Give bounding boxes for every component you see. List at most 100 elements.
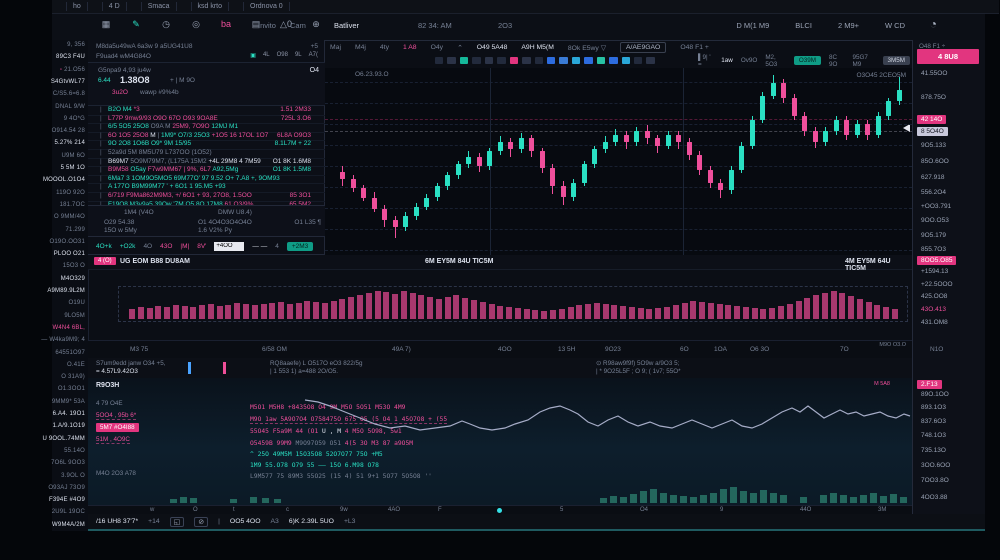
sidebar-item[interactable]: 1.A/9.1O19: [53, 423, 85, 429]
mini-tool-chip[interactable]: [485, 57, 493, 64]
sidebar-item[interactable]: O1.3OO1: [58, 386, 85, 392]
can-button[interactable]: Cam: [290, 21, 306, 30]
top-tab[interactable]: ho: [66, 2, 88, 11]
chart-header-item[interactable]: Maj: [330, 44, 341, 51]
indicator-select[interactable]: A/AE9GAO: [620, 42, 666, 53]
mini-tool-chip[interactable]: [634, 57, 642, 64]
footer-tool-icon[interactable]: ⊘: [194, 517, 208, 527]
mini-tool-chip[interactable]: [472, 57, 480, 64]
sidebar-item[interactable]: PLOO O21: [54, 251, 85, 257]
chart-header-item[interactable]: O48 F1 +: [680, 44, 709, 51]
invite-button[interactable]: Invito: [258, 21, 276, 30]
sidebar-item[interactable]: MOOOL.O1O4: [43, 177, 85, 183]
sidebar-item[interactable]: 64551O97: [55, 350, 85, 356]
scroll-dot[interactable]: [497, 508, 502, 513]
chart-header-item[interactable]: 4ty: [380, 44, 389, 51]
buy-button[interactable]: 4 8U8: [917, 49, 979, 64]
top-tab[interactable]: 4 D: [102, 2, 127, 11]
sidebar-item[interactable]: 5.27% 214: [55, 140, 86, 146]
sidebar-item[interactable]: W9M4A/2M: [52, 522, 85, 528]
mini-tool-chip[interactable]: [510, 57, 518, 64]
col-a7-icon[interactable]: A7(: [309, 52, 318, 59]
sidebar-item[interactable]: 2U9L 19OC: [52, 509, 85, 515]
sidebar-item[interactable]: A9M89.9L2M: [47, 288, 85, 294]
chart-header-item[interactable]: O4y: [431, 44, 443, 51]
sidebar-item[interactable]: U9M 6O: [61, 153, 85, 159]
col-9l-icon[interactable]: 9L: [295, 52, 302, 59]
sidebar-item[interactable]: 6.A4. 19O1: [53, 411, 85, 417]
time-axis[interactable]: M9O O3.O M3 756/58 OM49A 7)4OO13 5H9O236…: [88, 340, 912, 360]
mini-tool-chip[interactable]: [522, 57, 530, 64]
sidebar-item[interactable]: O19O.OO31: [50, 239, 85, 245]
mini-tool-chip[interactable]: [622, 57, 630, 64]
chart-header-item[interactable]: O49 5A48: [477, 44, 508, 51]
sidebar-item[interactable]: O.41E: [67, 362, 85, 368]
mini-tool-chip[interactable]: [584, 57, 592, 64]
footer-tool-icon[interactable]: ◱: [170, 517, 185, 527]
sidebar-item[interactable]: 9LO5M: [64, 313, 85, 319]
col-o98-icon[interactable]: O98: [277, 52, 288, 59]
sidebar-item[interactable]: C/S5.6=6.8: [53, 91, 85, 97]
mini-tool-chip[interactable]: [435, 57, 443, 64]
candlestick-chart[interactable]: O6.23.93.O O3O45 2CEO5M: [325, 68, 912, 255]
top-tab[interactable]: ksd krto: [191, 2, 230, 11]
chart-header-item[interactable]: M4j: [355, 44, 366, 51]
gauge-icon[interactable]: ◔: [930, 17, 937, 31]
sidebar-item[interactable]: S4GtvWL77: [51, 79, 85, 85]
sidebar-item[interactable]: 3.9OL O: [61, 473, 85, 479]
sidebar-item[interactable]: 9 4O*G: [64, 116, 85, 122]
toolbar-right-item[interactable]: BLCI: [795, 21, 812, 30]
sidebar-item[interactable]: O 9MM/4O: [54, 214, 85, 220]
sidebar-item[interactable]: — W4ka9M9; 4: [41, 337, 85, 343]
mini-tool-chip[interactable]: [559, 57, 567, 64]
sidebar-item[interactable]: 9MM9* 53A: [52, 399, 85, 405]
toolbar-right-item[interactable]: 2 M9+: [838, 21, 859, 30]
mini-tool-chip[interactable]: [646, 57, 654, 64]
flag-item[interactable]: Batliver: [334, 21, 359, 30]
sidebar-item[interactable]: 9, 356: [67, 42, 85, 48]
quantity-input[interactable]: [214, 242, 244, 251]
sidebar-item[interactable]: 55.14O: [64, 448, 85, 454]
sidebar-item[interactable]: 181.7OC: [60, 202, 85, 208]
mini-tool-chip[interactable]: [609, 57, 617, 64]
sidebar-item[interactable]: ▫ 21.O56: [60, 67, 85, 73]
col-4l-icon[interactable]: 4L: [263, 52, 270, 59]
volume-histogram[interactable]: [118, 286, 908, 322]
mini-tool-chip[interactable]: [535, 57, 543, 64]
chart-header-item[interactable]: 1 A8: [403, 44, 417, 51]
grid-mini-icon[interactable]: ▣: [250, 52, 256, 59]
sidebar-item[interactable]: W4N4 6BL,: [53, 325, 85, 331]
sidebar-item[interactable]: 89C3 F4U: [56, 54, 85, 60]
sidebar-item[interactable]: 15O3 O: [63, 263, 85, 269]
toolbar-right-item[interactable]: D M(1 M9: [736, 21, 769, 30]
globe-icon[interactable]: ⊕: [308, 19, 324, 30]
clock-icon[interactable]: ◷: [158, 19, 174, 30]
mini-tool-chip[interactable]: [572, 57, 580, 64]
sidebar-item[interactable]: M4O329: [61, 276, 85, 282]
lab-icon[interactable]: ba: [218, 19, 234, 30]
mini-tool-chip[interactable]: [497, 57, 505, 64]
sidebar-item[interactable]: O 31A9): [61, 374, 85, 380]
sidebar-item[interactable]: F394E #4O9: [49, 497, 85, 503]
sidebar-item[interactable]: O93AJ 73O9: [48, 485, 85, 491]
sidebar-item[interactable]: O19U: [69, 300, 85, 306]
chart-header-item[interactable]: A9H M5(M: [521, 44, 553, 51]
price-axis[interactable]: O48 F1 ÷ 41.55OO878.75O42 14O8 5O4O9O5.1…: [912, 40, 985, 531]
circle-tool-icon[interactable]: ◎: [188, 19, 204, 30]
sidebar-item[interactable]: 7O6L 9OO3: [51, 460, 85, 466]
toolbar-right-item[interactable]: W CD: [885, 21, 905, 30]
confirm-chip-button[interactable]: +2M3: [287, 242, 313, 251]
top-tab[interactable]: Smaca: [141, 2, 177, 11]
chart-header-item[interactable]: ⌃: [457, 44, 463, 52]
sidebar-item[interactable]: 119O 92O: [56, 190, 85, 196]
sidebar-item[interactable]: U 9OOL.74MM: [42, 436, 85, 442]
mini-tool-chip[interactable]: [447, 57, 455, 64]
layout-grid-icon[interactable]: ▦: [98, 19, 114, 30]
sidebar-item[interactable]: DNAL 9/W: [55, 104, 85, 110]
chart-header-item[interactable]: 8Ok E5wy ▽: [568, 44, 606, 52]
sidebar-item[interactable]: O914.54 28: [52, 128, 85, 134]
sidebar-item[interactable]: 5 5M 1O: [61, 165, 85, 171]
mini-tool-chip[interactable]: [460, 57, 468, 64]
mini-tool-chip[interactable]: [547, 57, 555, 64]
sidebar-item[interactable]: 71.299: [65, 227, 85, 233]
